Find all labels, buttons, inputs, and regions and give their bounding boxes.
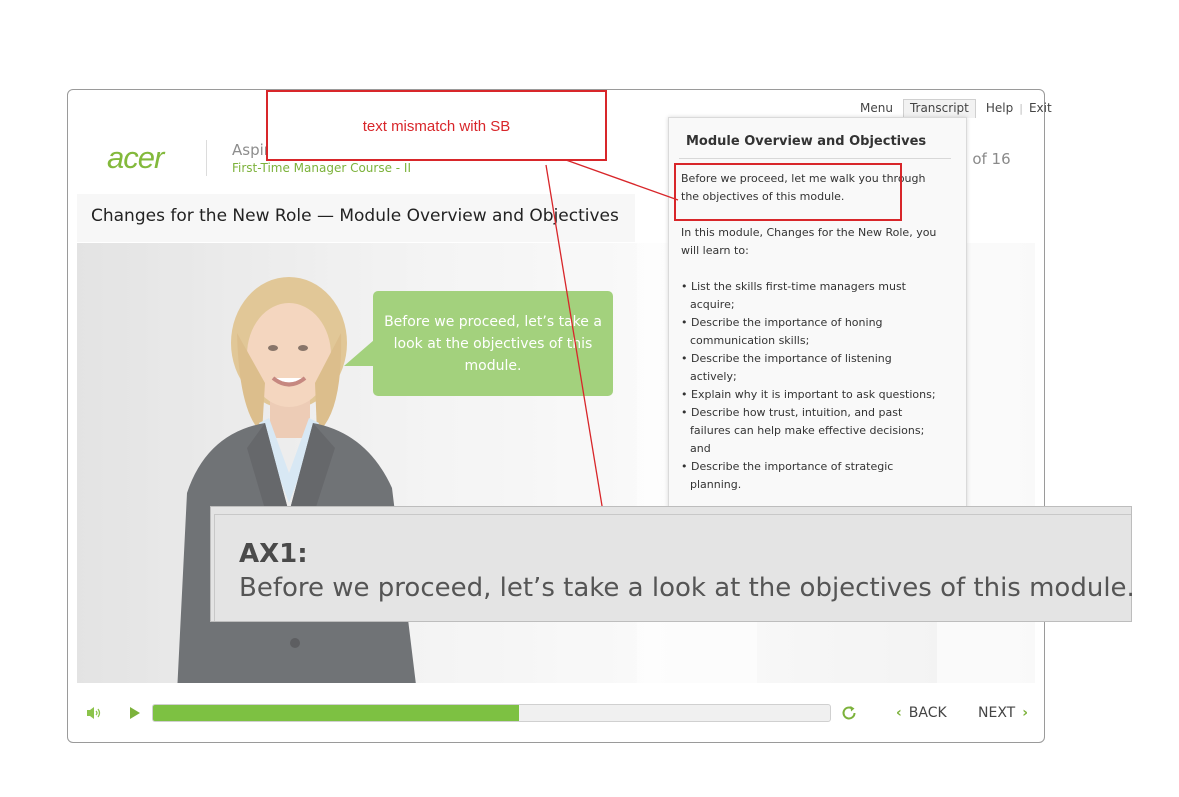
annotation-note-text: text mismatch with SB bbox=[362, 118, 511, 135]
ax-label: AX1: bbox=[239, 539, 308, 569]
progress-bar[interactable] bbox=[152, 704, 831, 722]
ax-text: Before we proceed, let’s take a look at … bbox=[239, 573, 1135, 603]
speech-bubble-tail bbox=[344, 340, 374, 366]
help-link[interactable]: Help bbox=[980, 101, 1019, 115]
next-button[interactable]: NEXT › bbox=[978, 704, 1028, 722]
exit-link[interactable]: Exit bbox=[1023, 101, 1058, 115]
ax-caption-box: AX1: Before we proceed, let’s take a loo… bbox=[210, 506, 1135, 622]
transcript-lead: In this module, Changes for the New Role… bbox=[681, 226, 937, 257]
objective-item: List the skills first-time managers must… bbox=[681, 278, 941, 314]
chevron-right-icon: › bbox=[1022, 705, 1028, 721]
course-title: First-Time Manager Course - II bbox=[232, 161, 412, 175]
speech-bubble: Before we proceed, let’s take a look at … bbox=[373, 291, 613, 396]
transcript-tab[interactable]: Transcript bbox=[902, 98, 976, 118]
objective-item: Describe the importance of strategic pla… bbox=[681, 458, 941, 494]
logo-divider bbox=[206, 140, 207, 176]
annotation-highlight-box bbox=[674, 163, 902, 221]
slide-title: Changes for the New Role — Module Overvi… bbox=[91, 206, 619, 226]
transcript-title: Module Overview and Objectives bbox=[686, 134, 927, 149]
play-icon[interactable] bbox=[128, 705, 142, 721]
objective-item: Describe how trust, intuition, and past … bbox=[681, 404, 941, 458]
back-label: BACK bbox=[908, 705, 947, 721]
acer-logo: acer bbox=[107, 140, 164, 175]
back-button[interactable]: ‹ BACK bbox=[896, 704, 947, 722]
volume-icon[interactable] bbox=[86, 705, 102, 721]
slide-total: of 16 bbox=[967, 150, 1011, 168]
objective-item: Describe the importance of listening act… bbox=[681, 350, 941, 386]
objective-item: Explain why it is important to ask quest… bbox=[681, 386, 941, 404]
objective-item: Describe the importance of honing commun… bbox=[681, 314, 941, 350]
replay-icon[interactable] bbox=[840, 704, 858, 722]
objectives-list: List the skills first-time managers must… bbox=[681, 278, 941, 494]
annotation-note: text mismatch with SB bbox=[266, 90, 607, 161]
transcript-divider bbox=[679, 158, 951, 159]
progress-fill bbox=[153, 705, 519, 721]
chevron-left-icon: ‹ bbox=[896, 705, 902, 721]
menu-link[interactable]: Menu bbox=[854, 101, 899, 115]
top-nav: Menu Transcript Help | Exit bbox=[854, 98, 1058, 118]
ax-caption-inner: AX1: Before we proceed, let’s take a loo… bbox=[214, 514, 1135, 621]
next-label: NEXT bbox=[978, 705, 1016, 721]
